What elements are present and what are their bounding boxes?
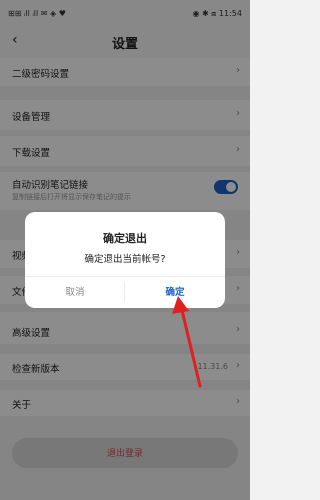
annotation-arrow-icon — [172, 296, 202, 388]
